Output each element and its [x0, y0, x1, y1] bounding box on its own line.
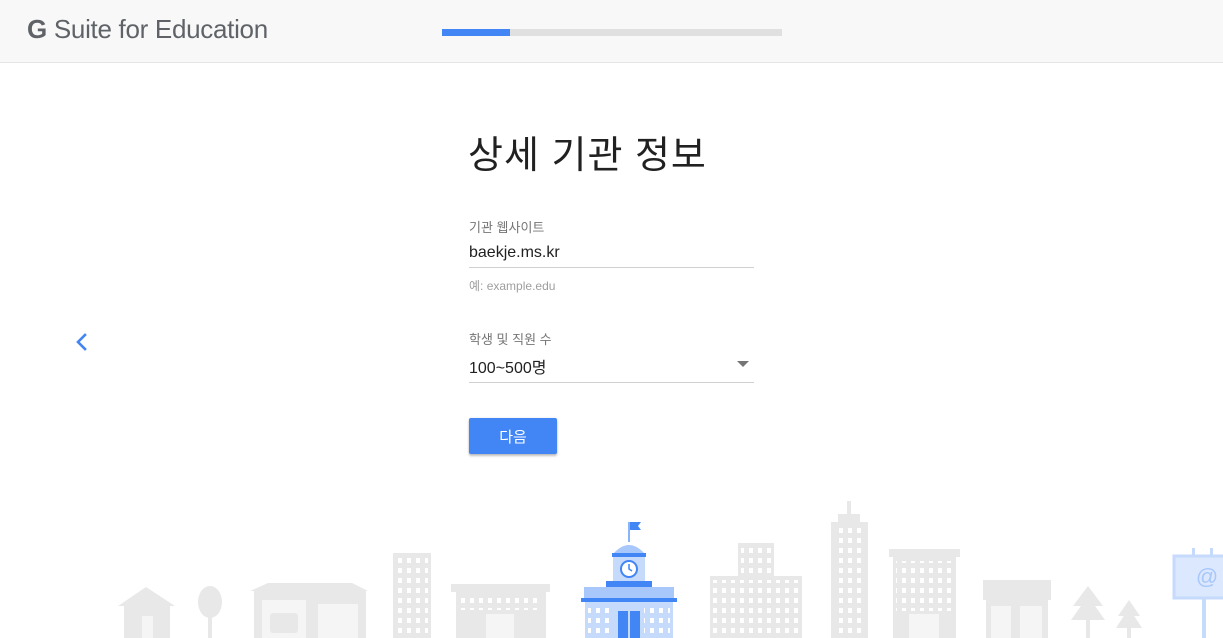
progress-bar: [442, 29, 782, 36]
building-icon: [710, 543, 802, 638]
size-label: 학생 및 직원 수: [469, 332, 552, 347]
shop-icon: [983, 580, 1051, 638]
website-label: 기관 웹사이트: [469, 220, 545, 235]
caret-down-icon: [737, 361, 749, 367]
building-icon: [889, 549, 960, 638]
logo-g-icon: G: [27, 14, 47, 44]
building-icon: [451, 584, 550, 638]
gsuite-logo: G Suite for Education: [27, 14, 268, 45]
building-icon: [393, 553, 431, 638]
page-title: 상세 기관 정보: [468, 135, 707, 177]
website-input[interactable]: [469, 244, 754, 268]
tree-icon: [198, 586, 222, 638]
header: G Suite for Education: [0, 0, 1223, 63]
next-button[interactable]: 다음: [469, 418, 557, 454]
website-hint: 예: example.edu: [469, 279, 556, 293]
garage-icon: [250, 583, 368, 638]
logo-text: Suite for Education: [53, 14, 268, 44]
size-select-value: 100~500명: [469, 360, 547, 377]
progress-bar-fill: [442, 29, 510, 36]
billboard-icon: @: [1172, 548, 1223, 638]
pine-tree-icon: [1071, 586, 1142, 638]
size-select[interactable]: 100~500명: [469, 354, 754, 383]
skyscraper-icon: [831, 501, 868, 638]
school-icon: [581, 522, 677, 638]
chevron-left-icon: [76, 333, 87, 351]
billboard-at-icon: @: [1196, 564, 1218, 589]
house-icon: [118, 587, 175, 638]
city-illustration: @: [118, 501, 1223, 638]
back-button[interactable]: [68, 328, 96, 356]
